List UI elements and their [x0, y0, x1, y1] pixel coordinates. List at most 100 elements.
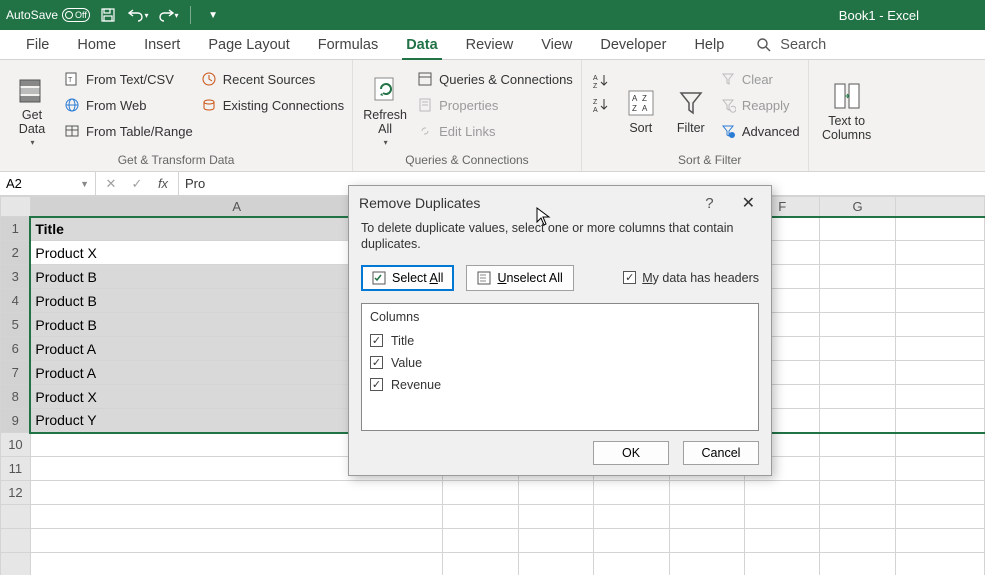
chevron-down-icon[interactable]: ▼ — [80, 179, 89, 189]
tab-file[interactable]: File — [12, 30, 63, 60]
row-header[interactable]: 10 — [1, 433, 31, 457]
row-header[interactable] — [1, 553, 31, 575]
get-data-icon — [16, 74, 48, 106]
from-text-csv-button[interactable]: TFrom Text/CSV — [64, 68, 193, 90]
tab-home[interactable]: Home — [63, 30, 130, 60]
refresh-all-button[interactable]: Refresh All ▾ — [361, 64, 409, 153]
row-header[interactable]: 8 — [1, 385, 31, 409]
svg-text:Z: Z — [593, 83, 598, 90]
cancel-formula-icon: ✕ — [98, 176, 124, 192]
name-box[interactable]: A2 ▼ — [0, 172, 96, 195]
unselect-all-icon — [477, 271, 491, 285]
row-header[interactable]: 7 — [1, 361, 31, 385]
row-header[interactable]: 3 — [1, 265, 31, 289]
table-icon — [64, 123, 80, 139]
tab-formulas[interactable]: Formulas — [304, 30, 392, 60]
save-icon[interactable] — [96, 3, 120, 27]
advanced-filter-button[interactable]: Advanced — [720, 120, 800, 142]
sort-asc-button[interactable]: AZ — [590, 70, 612, 92]
reapply-icon — [720, 97, 736, 113]
enter-formula-icon: ✓ — [124, 176, 150, 192]
unselect-all-button[interactable]: Unselect All — [466, 265, 573, 291]
search-box[interactable]: Search — [756, 37, 826, 53]
row-header[interactable]: 1 — [1, 217, 31, 241]
from-web-button[interactable]: From Web — [64, 94, 193, 116]
select-all-cell[interactable] — [1, 197, 31, 217]
tab-insert[interactable]: Insert — [130, 30, 194, 60]
row-header[interactable]: 12 — [1, 481, 31, 505]
help-button[interactable]: ? — [705, 195, 713, 212]
get-data-button[interactable]: Get Data ▾ — [8, 64, 56, 153]
svg-text:A: A — [593, 75, 598, 82]
properties-icon — [417, 97, 433, 113]
sort-desc-button[interactable]: ZA — [590, 94, 612, 116]
redo-button[interactable]: ▾ — [156, 3, 180, 27]
existing-connections-button[interactable]: Existing Connections — [201, 94, 344, 116]
tab-data[interactable]: Data — [392, 30, 451, 60]
column-item[interactable]: ✓Revenue — [370, 374, 750, 396]
svg-text:A: A — [642, 104, 648, 113]
row-header[interactable] — [1, 505, 31, 529]
column-item[interactable]: ✓Title — [370, 330, 750, 352]
filter-icon — [675, 87, 707, 119]
filter-button[interactable]: Filter — [670, 64, 712, 153]
globe-icon — [64, 97, 80, 113]
queries-icon — [417, 71, 433, 87]
cell[interactable] — [30, 481, 443, 505]
row-header[interactable]: 2 — [1, 241, 31, 265]
tab-view[interactable]: View — [527, 30, 586, 60]
ok-button[interactable]: OK — [593, 441, 669, 465]
sort-icon: AZZA — [625, 87, 657, 119]
row-header[interactable] — [1, 529, 31, 553]
row-header[interactable]: 5 — [1, 313, 31, 337]
autosave-label: AutoSave — [6, 8, 58, 22]
checkbox-icon: ✓ — [370, 334, 383, 347]
checkbox-icon: ✓ — [623, 271, 636, 284]
tab-developer[interactable]: Developer — [586, 30, 680, 60]
checkbox-icon: ✓ — [370, 356, 383, 369]
svg-text:A: A — [632, 94, 638, 103]
checkbox-icon: ✓ — [370, 378, 383, 391]
recent-icon — [201, 71, 217, 87]
switch-icon: Off — [62, 8, 90, 22]
sort-asc-icon: AZ — [592, 72, 610, 90]
group-label-sort-filter: Sort & Filter — [590, 153, 800, 171]
advanced-icon — [720, 123, 736, 139]
column-item[interactable]: ✓Value — [370, 352, 750, 374]
sort-button[interactable]: AZZA Sort — [620, 64, 662, 153]
refresh-icon — [369, 74, 401, 106]
search-icon — [756, 37, 772, 53]
ribbon: Get Data ▾ TFrom Text/CSV From Web From … — [0, 60, 985, 172]
tab-review[interactable]: Review — [452, 30, 528, 60]
properties-button: Properties — [417, 94, 573, 116]
remove-duplicates-dialog: Remove Duplicates ? ✕ To delete duplicat… — [348, 185, 772, 476]
row-header[interactable]: 4 — [1, 289, 31, 313]
connections-icon — [201, 97, 217, 113]
columns-listbox[interactable]: Columns ✓Title ✓Value ✓Revenue — [361, 303, 759, 431]
select-all-button[interactable]: Select All — [361, 265, 454, 291]
col-header[interactable]: G — [820, 197, 895, 217]
row-header[interactable]: 6 — [1, 337, 31, 361]
edit-links-icon — [417, 123, 433, 139]
text-to-columns-icon — [831, 80, 863, 112]
row-header[interactable]: 9 — [1, 409, 31, 433]
title-bar: AutoSave Off ▾ ▾ ▼ Book1 - Excel — [0, 0, 985, 30]
recent-sources-button[interactable]: Recent Sources — [201, 68, 344, 90]
sort-desc-icon: ZA — [592, 96, 610, 114]
undo-button[interactable]: ▾ — [126, 3, 150, 27]
cancel-button[interactable]: Cancel — [683, 441, 759, 465]
autosave-toggle[interactable]: AutoSave Off — [6, 8, 90, 22]
headers-checkbox[interactable]: ✓ My data has headers — [623, 271, 759, 285]
qat-customize-icon[interactable]: ▼ — [201, 3, 225, 27]
col-header[interactable] — [895, 197, 984, 217]
fx-icon[interactable]: fx — [150, 176, 176, 191]
svg-text:A: A — [593, 107, 598, 114]
text-to-columns-button[interactable]: Text to Columns — [817, 64, 877, 153]
queries-connections-button[interactable]: Queries & Connections — [417, 68, 573, 90]
document-title: Book1 - Excel — [225, 8, 979, 23]
close-icon[interactable]: ✕ — [736, 191, 761, 215]
from-table-range-button[interactable]: From Table/Range — [64, 120, 193, 142]
row-header[interactable]: 11 — [1, 457, 31, 481]
tab-help[interactable]: Help — [680, 30, 738, 60]
tab-page-layout[interactable]: Page Layout — [194, 30, 303, 60]
